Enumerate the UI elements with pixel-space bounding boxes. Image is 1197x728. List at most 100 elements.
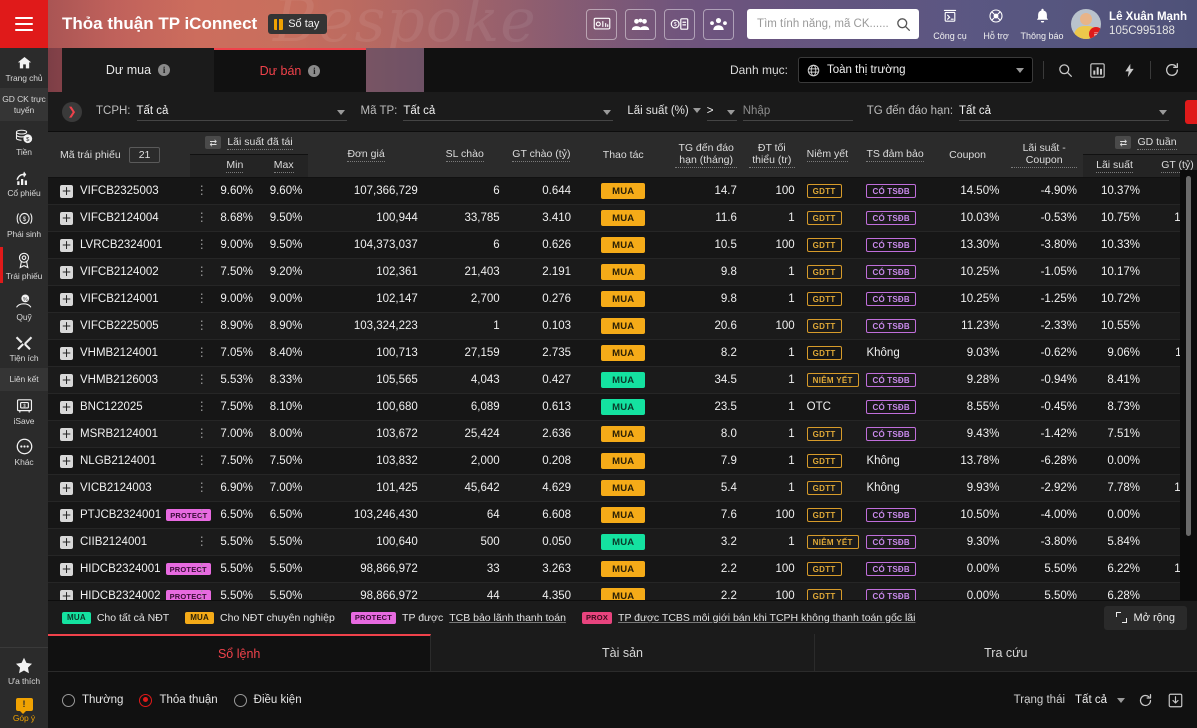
sidebar-item-ua-thich[interactable]: Ưa thích — [0, 650, 48, 691]
sidebar-item-phai-sinh[interactable]: $ Phái sinh — [0, 203, 48, 244]
vertical-scrollbar[interactable] — [1186, 176, 1191, 536]
support-button[interactable]: Hỗ trợ — [973, 8, 1019, 41]
filter-button[interactable]: LỌC — [1185, 100, 1197, 124]
bond-code[interactable]: LVRCB2324001 — [80, 239, 162, 251]
tab-du-mua[interactable]: Dư mua i — [62, 48, 214, 92]
cell-row-menu[interactable]: ⋮ — [190, 286, 211, 313]
th-min[interactable]: Min — [211, 155, 259, 178]
tab-du-ban[interactable]: Dư bán i — [214, 48, 366, 92]
sidebar-item-lien-ket[interactable]: Liên kết — [0, 368, 48, 391]
kebab-menu-icon[interactable]: ⋮ — [196, 372, 208, 386]
cell-thao-tac[interactable]: MUA — [577, 286, 669, 313]
legend-link[interactable]: TP được TCBS môi giới bán khi TCPH không… — [618, 612, 915, 624]
sidebar-item-isave[interactable]: $ iSave — [0, 391, 48, 431]
sidebar-item-quy[interactable]: % Quỹ — [0, 286, 48, 327]
buy-button[interactable]: MUA — [601, 183, 645, 199]
cell-ma-trai-phieu[interactable]: +NLGB2124001 — [48, 448, 190, 475]
cell-thao-tac[interactable]: MUA — [577, 583, 669, 600]
bond-code[interactable]: VIFCB2124004 — [80, 212, 159, 224]
people-group-icon[interactable] — [625, 9, 656, 40]
buy-button[interactable]: MUA — [601, 237, 645, 253]
cell-ma-trai-phieu[interactable]: +VIFCB2124002 — [48, 259, 190, 286]
table-row[interactable]: +LVRCB2324001⋮9.00%9.50%104,373,03760.62… — [48, 232, 1197, 259]
sidebar-item-gd-ck-truc-tuyen[interactable]: GD CK trực tuyến — [0, 88, 48, 121]
cell-ma-trai-phieu[interactable]: +PTJCB2324001PROTECT — [48, 502, 190, 529]
th-coupon[interactable]: Coupon — [930, 132, 1006, 178]
kebab-menu-icon[interactable]: ⋮ — [196, 507, 208, 521]
download-icon[interactable] — [1165, 690, 1185, 710]
bond-code[interactable]: NLGB2124001 — [80, 455, 156, 467]
cell-row-menu[interactable]: ⋮ — [190, 475, 211, 502]
th-dt-toi-thieu[interactable]: ĐT tối thiểu (tr) — [743, 132, 801, 178]
bond-code[interactable]: PTJCB2324001 — [80, 509, 161, 521]
buy-button[interactable]: MUA — [601, 480, 645, 496]
expand-row-icon[interactable]: + — [60, 212, 73, 225]
cell-ma-trai-phieu[interactable]: +VIFCB2225005 — [48, 313, 190, 340]
lai-suat-input[interactable]: Nhập — [743, 103, 853, 121]
cell-ma-trai-phieu[interactable]: +VIFCB2325003 — [48, 178, 190, 205]
global-search[interactable] — [747, 9, 919, 39]
table-row[interactable]: +NLGB2124001⋮7.50%7.50%103,8322,0000.208… — [48, 448, 1197, 475]
user-menu[interactable]: ≡ Lê Xuân Mạnh 105C995188 — [1071, 9, 1187, 39]
swap-icon[interactable]: ⇄ — [1115, 136, 1131, 149]
tab-tra-cuu[interactable]: Tra cứu — [815, 634, 1197, 671]
cell-thao-tac[interactable]: MUA — [577, 340, 669, 367]
th-gd-lai-suat[interactable]: Lãi suất — [1083, 155, 1146, 178]
buy-button[interactable]: MUA — [601, 453, 645, 469]
search-icon[interactable] — [896, 17, 911, 32]
cell-ma-trai-phieu[interactable]: +VICB2124003 — [48, 475, 190, 502]
th-gt-chao[interactable]: GT chào (tỷ) — [506, 132, 577, 178]
info-icon[interactable]: i — [308, 65, 320, 77]
buy-button[interactable]: MUA — [601, 561, 645, 577]
cell-ma-trai-phieu[interactable]: + VIFCB2124004 — [48, 205, 190, 232]
buy-button[interactable]: MUA — [601, 318, 645, 334]
sidebar-item-co-phieu[interactable]: Cổ phiếu — [0, 162, 48, 203]
cell-thao-tac[interactable]: MUA — [577, 313, 669, 340]
tools-button[interactable]: Công cụ — [927, 8, 973, 41]
expand-row-icon[interactable]: + — [60, 239, 73, 252]
bond-code[interactable]: VIFCB2124001 — [80, 293, 159, 305]
category-select[interactable]: Toàn thị trường — [798, 57, 1033, 83]
tcph-select[interactable]: Tất cả — [137, 103, 347, 121]
buy-button[interactable]: MUA — [601, 399, 645, 415]
cell-row-menu[interactable]: ⋮ — [190, 529, 211, 556]
notifications-button[interactable]: Thông báo — [1019, 8, 1065, 41]
radio-dieu-kien[interactable]: Điều kiện — [234, 694, 302, 707]
lai-suat-operator[interactable]: > — [707, 103, 737, 121]
kebab-menu-icon[interactable]: ⋮ — [196, 237, 208, 251]
chevron-down-icon[interactable] — [337, 110, 345, 115]
hamburger-icon[interactable] — [0, 0, 48, 48]
sidebar-item-khac[interactable]: Khác — [0, 431, 48, 472]
cell-thao-tac[interactable]: MUA — [577, 529, 669, 556]
search-icon[interactable] — [1054, 59, 1076, 81]
cell-thao-tac[interactable]: MUA — [577, 421, 669, 448]
th-tg-den-dao-han[interactable]: TG đến đáo hạn (tháng) — [669, 132, 742, 178]
tg-dao-han-select[interactable]: Tất cả — [959, 103, 1169, 121]
sidebar-item-trai-phieu[interactable]: Trái phiếu — [0, 244, 48, 286]
bond-code[interactable]: BNC122025 — [80, 401, 143, 413]
buy-button[interactable]: MUA — [601, 426, 645, 442]
th-ts-dam-bao[interactable]: TS đảm bảo — [860, 132, 929, 178]
buy-button[interactable]: MUA — [601, 534, 645, 550]
cell-row-menu[interactable]: ⋮ — [190, 421, 211, 448]
table-row[interactable]: +PTJCB2324001PROTECT⋮6.50%6.50%103,246,4… — [48, 502, 1197, 529]
buy-button[interactable]: MUA — [601, 588, 645, 600]
cell-thao-tac[interactable]: MUA — [577, 394, 669, 421]
kebab-menu-icon[interactable]: ⋮ — [196, 399, 208, 413]
chevron-down-icon[interactable] — [1159, 110, 1167, 115]
th-lai-suat-coupon[interactable]: Lãi suất - Coupon — [1005, 132, 1083, 178]
chevron-down-icon[interactable] — [727, 110, 735, 115]
table-row[interactable]: +CIIB2124001⋮5.50%5.50%100,6405000.050MU… — [48, 529, 1197, 556]
th-max[interactable]: Max — [259, 155, 308, 178]
table-row[interactable]: +VIFCB2124001⋮9.00%9.00%102,1472,7000.27… — [48, 286, 1197, 313]
chevron-right-icon[interactable]: ❯ — [62, 102, 82, 122]
cell-thao-tac[interactable]: MUA — [577, 205, 669, 232]
bond-code[interactable]: CIIB2124001 — [80, 536, 147, 548]
table-row[interactable]: +BNC122025⋮7.50%8.10%100,6806,0890.613MU… — [48, 394, 1197, 421]
th-gd-tuan[interactable]: ⇄GD tuần — [1083, 132, 1197, 155]
kebab-menu-icon[interactable]: ⋮ — [196, 264, 208, 278]
table-row[interactable]: +VIFCB2225005⋮8.90%8.90%103,324,22310.10… — [48, 313, 1197, 340]
buy-button[interactable]: MUA — [601, 210, 645, 226]
chart-bars-icon[interactable] — [1086, 59, 1108, 81]
expand-row-icon[interactable]: + — [60, 347, 73, 360]
